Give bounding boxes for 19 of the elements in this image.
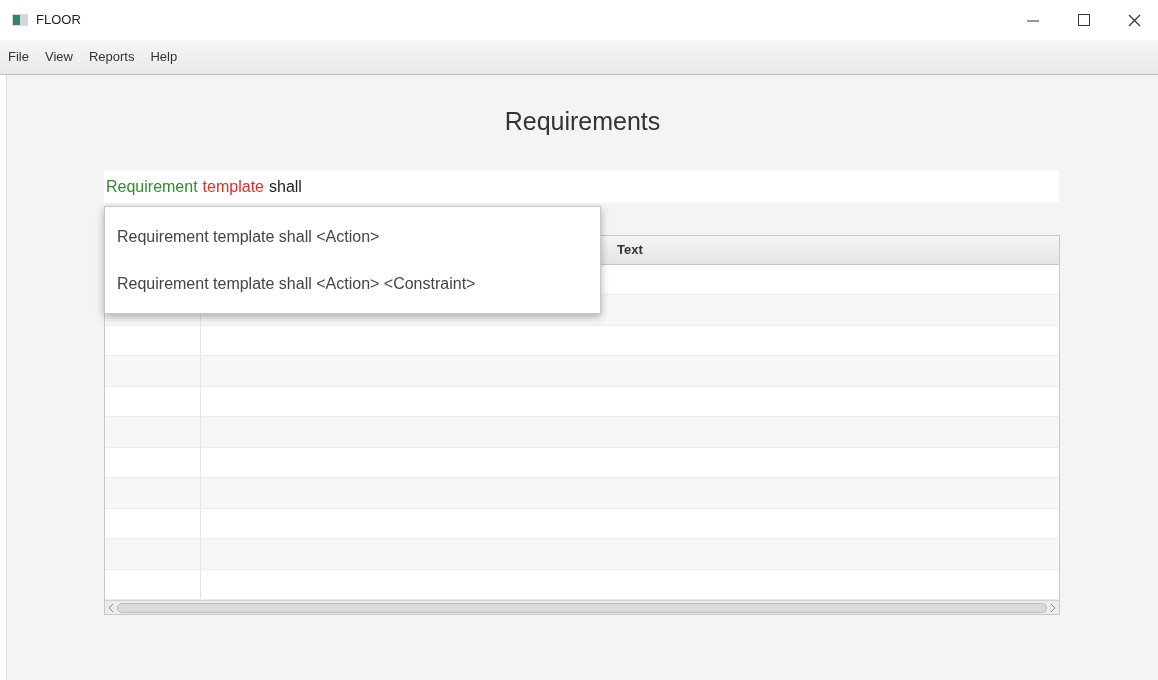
scroll-right-icon[interactable] bbox=[1049, 602, 1057, 613]
maximize-icon[interactable] bbox=[1078, 14, 1090, 26]
window-title: FLOOR bbox=[36, 11, 82, 30]
app-icon bbox=[12, 14, 28, 26]
menu-item[interactable]: Reports bbox=[82, 47, 141, 67]
scrollbar-thumb[interactable] bbox=[117, 602, 1047, 613]
close-icon[interactable] bbox=[1128, 13, 1141, 27]
input-token: Requirement bbox=[106, 177, 198, 197]
menu-item[interactable]: File bbox=[2, 47, 35, 67]
input-token: template bbox=[202, 177, 264, 197]
menu-item[interactable]: View bbox=[38, 47, 79, 67]
input-field[interactable]: Requirement template shall bbox=[104, 171, 1059, 203]
suggestion-item[interactable]: Requirement template shall <Action> bbox=[105, 213, 600, 260]
horizontal-scrollbar[interactable] bbox=[105, 600, 1059, 614]
scroll-left-icon[interactable] bbox=[107, 602, 115, 613]
input-token: shall bbox=[269, 177, 302, 197]
page-heading: Requirements bbox=[504, 106, 661, 137]
menu-item[interactable]: Help bbox=[144, 47, 184, 67]
suggestion-item[interactable]: Requirement template shall <Action> <Constraint> bbox=[105, 260, 600, 307]
